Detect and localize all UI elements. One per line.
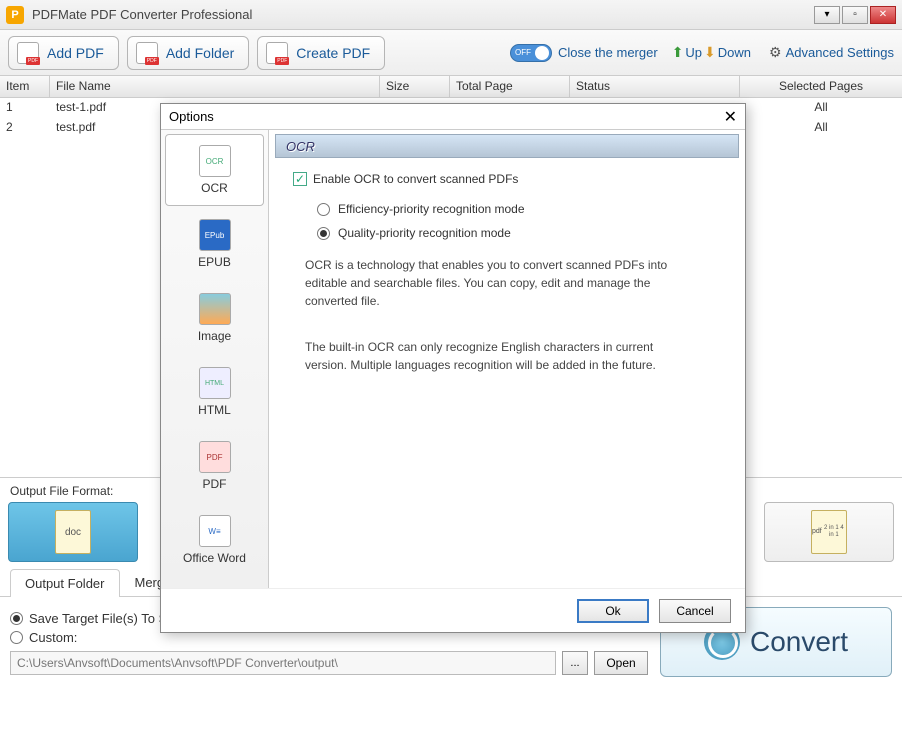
word-icon: W≡ [199, 515, 231, 547]
image-icon [199, 293, 231, 325]
radio-quality-mode[interactable] [317, 227, 330, 240]
sidebar-item-word[interactable]: W≡ Office Word [165, 504, 264, 576]
sidebar-item-pdf[interactable]: PDF PDF [165, 430, 264, 502]
arrow-down-icon[interactable]: ⬇ [704, 44, 716, 61]
create-pdf-label: Create PDF [296, 45, 370, 61]
ocr-info-1: OCR is a technology that enables you to … [305, 256, 685, 310]
advanced-label: Advanced Settings [786, 45, 894, 60]
add-folder-label: Add Folder [166, 45, 234, 61]
sidebar-label: Image [198, 329, 231, 343]
create-pdf-button[interactable]: Create PDF [257, 36, 385, 70]
sidebar-label: OCR [201, 181, 228, 195]
pdf-icon: PDF [199, 441, 231, 473]
enable-ocr-label: Enable OCR to convert scanned PDFs [313, 172, 518, 186]
browse-button[interactable]: ... [562, 651, 588, 675]
sidebar-item-html[interactable]: HTML HTML [165, 356, 264, 428]
pdf-layout-icon: pdf2 in 1 4 in 1 [811, 510, 847, 554]
dialog-title: Options [169, 109, 214, 124]
cell-selected: All [740, 118, 902, 138]
format-pdf-layout[interactable]: pdf2 in 1 4 in 1 [764, 502, 894, 562]
ocr-icon: OCR [199, 145, 231, 177]
ocr-info-2: The built-in OCR can only recognize Engl… [305, 338, 685, 374]
options-main: OCR ✓ Enable OCR to convert scanned PDFs… [269, 130, 745, 588]
maximize-button[interactable]: ▫ [842, 6, 868, 24]
create-pdf-icon [266, 42, 288, 64]
enable-ocr-checkbox[interactable]: ✓ [293, 172, 307, 186]
efficiency-label: Efficiency-priority recognition mode [338, 202, 525, 216]
sidebar-item-image[interactable]: Image [165, 282, 264, 354]
gear-icon: ⚙ [769, 44, 782, 61]
app-icon: P [6, 6, 24, 24]
close-button[interactable]: ✕ [870, 6, 896, 24]
col-item[interactable]: Item [0, 76, 50, 97]
quality-label: Quality-priority recognition mode [338, 226, 511, 240]
col-status[interactable]: Status [570, 76, 740, 97]
file-table-header: Item File Name Size Total Page Status Se… [0, 76, 902, 98]
format-doc[interactable]: doc [8, 502, 138, 562]
col-totalpage[interactable]: Total Page [450, 76, 570, 97]
open-button[interactable]: Open [594, 651, 648, 675]
col-selected[interactable]: Selected Pages [740, 76, 902, 97]
titlebar: P PDFMate PDF Converter Professional ▾ ▫… [0, 0, 902, 30]
col-filename[interactable]: File Name [50, 76, 380, 97]
sidebar-item-epub[interactable]: EPub EPUB [165, 208, 264, 280]
up-label: Up [685, 45, 702, 60]
ok-button[interactable]: Ok [577, 599, 649, 623]
add-pdf-button[interactable]: Add PDF [8, 36, 119, 70]
radio-efficiency-mode[interactable] [317, 203, 330, 216]
doc-icon: doc [55, 510, 91, 554]
arrow-up-icon[interactable]: ⬆ [672, 44, 684, 61]
custom-label: Custom: [29, 630, 77, 645]
sidebar-label: Office Word [183, 551, 246, 565]
window-title: PDFMate PDF Converter Professional [32, 7, 814, 22]
radio-save-source[interactable] [10, 612, 23, 625]
merger-toggle[interactable]: OFF [510, 44, 552, 62]
dialog-close-button[interactable]: ✕ [724, 107, 737, 127]
cell-selected: All [740, 98, 902, 118]
cell-item: 1 [0, 98, 50, 118]
sidebar-label: EPUB [198, 255, 231, 269]
options-sidebar: OCR OCR EPub EPUB Image HTML HTML PDF PD… [161, 130, 269, 588]
html-icon: HTML [199, 367, 231, 399]
add-pdf-icon [17, 42, 39, 64]
add-folder-icon [136, 42, 158, 64]
options-dialog: Options ✕ OCR OCR EPub EPUB Image HTML H… [160, 103, 746, 633]
sidebar-item-ocr[interactable]: OCR OCR [165, 134, 264, 206]
panel-header: OCR [275, 134, 739, 158]
tab-output-folder[interactable]: Output Folder [10, 569, 120, 597]
radio-custom[interactable] [10, 631, 23, 644]
down-label: Down [718, 45, 751, 60]
cancel-button[interactable]: Cancel [659, 599, 731, 623]
add-pdf-label: Add PDF [47, 45, 104, 61]
epub-icon: EPub [199, 219, 231, 251]
col-size[interactable]: Size [380, 76, 450, 97]
output-path-input[interactable] [10, 651, 556, 675]
main-toolbar: Add PDF Add Folder Create PDF OFF Close … [0, 30, 902, 76]
convert-label: Convert [750, 626, 848, 658]
advanced-settings-link[interactable]: ⚙ Advanced Settings [769, 44, 894, 61]
close-merger-label: Close the merger [558, 45, 658, 60]
cell-item: 2 [0, 118, 50, 138]
minimize-button[interactable]: ▾ [814, 6, 840, 24]
sidebar-label: HTML [198, 403, 231, 417]
sidebar-label: PDF [203, 477, 227, 491]
add-folder-button[interactable]: Add Folder [127, 36, 249, 70]
